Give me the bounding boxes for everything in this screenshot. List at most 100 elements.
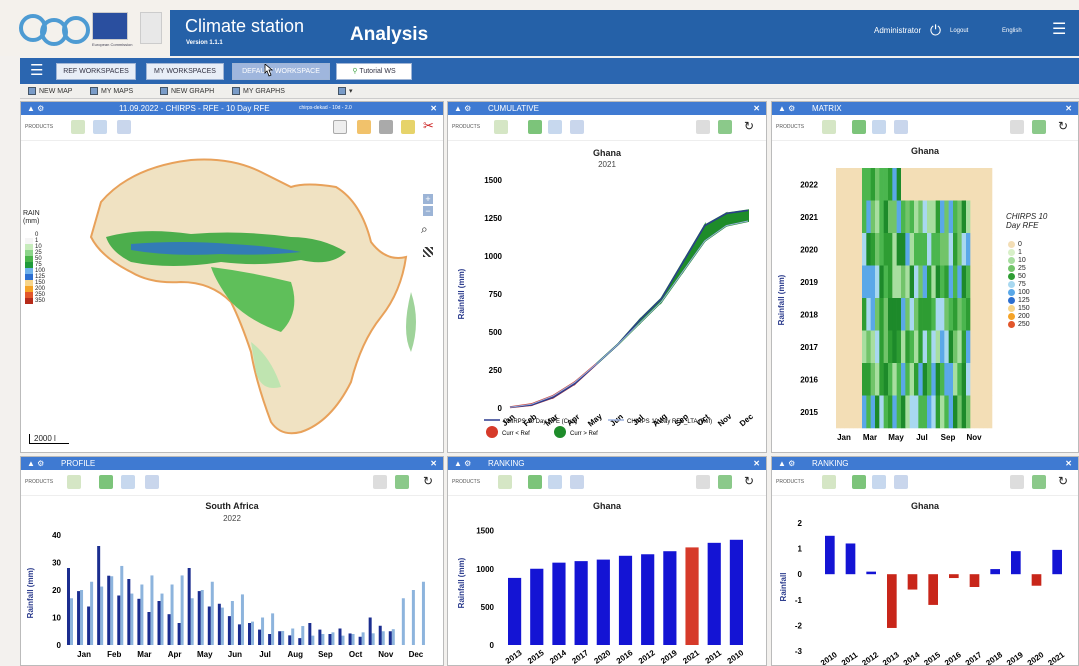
language-select[interactable]: English (1002, 28, 1022, 34)
refresh-data-icon[interactable] (718, 475, 732, 489)
heatmap-cell (922, 265, 928, 299)
refresh-data-icon[interactable] (1032, 120, 1046, 134)
user-name[interactable]: Administrator (874, 26, 921, 35)
close-icon[interactable]: ✕ (1065, 457, 1072, 470)
ranking-bar (707, 542, 721, 645)
x-tick-label: 2014 (902, 650, 922, 665)
close-icon[interactable]: ✕ (753, 102, 760, 115)
menu-icon[interactable]: ☰ (30, 61, 43, 79)
heatmap-cell (966, 233, 971, 266)
frame-icon[interactable] (379, 120, 393, 134)
tab-ref-workspaces[interactable]: REF WORKSPACES (56, 63, 136, 80)
power-icon[interactable]: ⏻ (930, 22, 941, 39)
magnifier-icon[interactable]: ⌕ (421, 222, 428, 237)
heatmap-cell (987, 265, 993, 299)
save-icon[interactable] (894, 475, 908, 489)
tab-tutorial-ws[interactable]: ⚲ Tutorial WS (336, 63, 412, 80)
save-icon[interactable] (145, 475, 159, 489)
download-icon[interactable] (872, 120, 886, 134)
close-icon[interactable]: ✕ (430, 457, 437, 470)
unlink-icon[interactable]: ✂ (423, 118, 437, 133)
close-icon[interactable]: ✕ (753, 457, 760, 470)
graph-type-icon[interactable] (822, 120, 836, 134)
excel-icon[interactable] (852, 120, 866, 134)
new-graph-label: NEW GRAPH (171, 87, 215, 95)
refresh-data-icon[interactable] (1032, 475, 1046, 489)
ref-bar (281, 630, 285, 645)
tab-tutorial-label: Tutorial WS (359, 68, 396, 75)
tab-default-workspace[interactable]: DEFAULT WORKSPACE (232, 63, 330, 80)
tab-my-workspaces[interactable]: MY WORKSPACES (146, 63, 224, 80)
africa-icon[interactable] (357, 120, 371, 134)
download-icon[interactable] (548, 475, 562, 489)
new-graph-button[interactable]: NEW GRAPH (160, 87, 214, 95)
save-icon[interactable] (117, 120, 131, 134)
heatmap-cell (974, 233, 980, 266)
settings-icon[interactable] (696, 120, 710, 134)
save-icon[interactable] (570, 475, 584, 489)
excel-icon[interactable] (852, 475, 866, 489)
my-maps-button[interactable]: MY MAPS (90, 87, 133, 95)
collapse-icon[interactable]: ▲ ⚙ (778, 459, 795, 468)
logout-link[interactable]: Logout (950, 28, 968, 34)
settings-icon[interactable] (696, 475, 710, 489)
collapse-icon[interactable]: ▲ ⚙ (27, 459, 44, 468)
refresh-data-icon[interactable] (718, 120, 732, 134)
excel-icon[interactable] (528, 475, 542, 489)
y-axis-label: Rainfall (mm) (26, 567, 35, 618)
my-graphs-button[interactable]: MY GRAPHS (232, 87, 285, 95)
download-icon[interactable] (121, 475, 135, 489)
download-icon[interactable] (93, 120, 107, 134)
x-tick-label: 2017 (964, 650, 984, 665)
heatmap-cell (931, 200, 936, 234)
curr-bar (338, 628, 342, 645)
collapse-icon[interactable]: ▲ ⚙ (454, 459, 471, 468)
heatmap-cell (905, 168, 910, 201)
reload-icon[interactable]: ↻ (744, 474, 758, 488)
collapse-icon[interactable]: ▲ ⚙ (27, 104, 44, 113)
save-icon[interactable] (894, 120, 908, 134)
collapse-icon[interactable]: ▲ ⚙ (778, 104, 795, 113)
heatmap-cell (857, 363, 863, 396)
ranking-chart: Rainfall (mm)0500100015002013 2015 2014 201… (457, 527, 746, 665)
matrix-legend-item: 250 (1008, 320, 1030, 328)
close-icon[interactable]: ✕ (1065, 102, 1072, 115)
collapse-icon[interactable]: ▲ ⚙ (454, 104, 471, 113)
new-map-button[interactable]: NEW MAP (28, 87, 72, 95)
checker-icon[interactable] (423, 247, 433, 257)
pencil-icon[interactable] (401, 120, 415, 134)
hamburger-menu-icon[interactable]: ☰ (1052, 19, 1066, 39)
ref-bar (110, 576, 114, 645)
graph-type-icon[interactable] (822, 475, 836, 489)
excel-icon[interactable] (528, 120, 542, 134)
download-icon[interactable] (872, 475, 886, 489)
refresh-data-icon[interactable] (395, 475, 409, 489)
x-tick-label: May (888, 433, 904, 442)
ranking-anomaly-chart: Rainfall-3-2-10122010 2011 2012 2013 2014 201… (779, 519, 1067, 665)
save-dropdown-button[interactable]: ▾ (338, 87, 353, 95)
reload-icon[interactable]: ↻ (423, 474, 437, 488)
settings-icon[interactable] (1010, 120, 1024, 134)
layers-icon[interactable] (71, 120, 85, 134)
flag-icon[interactable] (333, 120, 347, 134)
graph-type-icon[interactable] (494, 120, 508, 134)
graph-type-icon[interactable] (498, 475, 512, 489)
reload-icon[interactable]: ↻ (1058, 119, 1072, 133)
africa-rainfall-map[interactable] (61, 142, 431, 442)
curr-bar (167, 614, 171, 645)
zoom-out-button[interactable]: − (423, 206, 433, 216)
heatmap-cell (935, 168, 941, 201)
settings-icon[interactable] (1010, 475, 1024, 489)
reload-icon[interactable]: ↻ (1058, 474, 1072, 488)
settings-icon[interactable] (373, 475, 387, 489)
close-icon[interactable]: ✕ (430, 102, 437, 115)
graph-type-icon[interactable] (67, 475, 81, 489)
download-icon[interactable] (548, 120, 562, 134)
heatmap-cell (953, 265, 958, 299)
heatmap-cell (940, 168, 945, 201)
heatmap-cell (918, 168, 923, 201)
save-icon[interactable] (570, 120, 584, 134)
excel-icon[interactable] (99, 475, 113, 489)
zoom-in-button[interactable]: + (423, 194, 433, 204)
reload-icon[interactable]: ↻ (744, 119, 758, 133)
